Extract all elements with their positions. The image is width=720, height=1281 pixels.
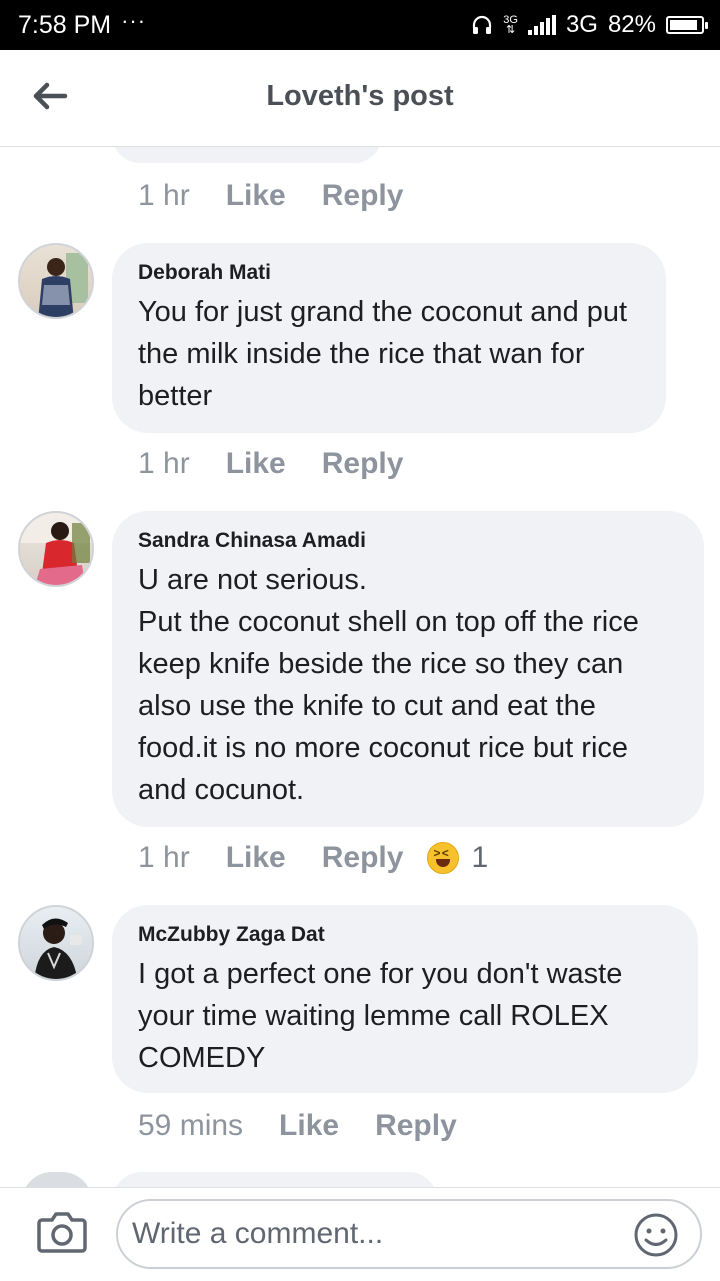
like-button[interactable]: Like [226, 447, 286, 481]
status-time: 7:58 PM [18, 10, 112, 39]
post-header: Loveth's post [0, 50, 720, 147]
person-photo [20, 513, 92, 585]
smiley-icon [634, 1213, 678, 1257]
previous-comment-actions: 1 hr Like Reply [138, 179, 403, 213]
avatar[interactable] [18, 905, 94, 981]
avatar[interactable] [18, 511, 94, 587]
comment-input[interactable] [116, 1199, 702, 1269]
comment-author[interactable]: McZubby Zaga Dat [138, 923, 672, 947]
person-photo [34, 918, 82, 979]
comment-text-line: Put the coconut shell on top off the ric… [138, 606, 639, 806]
comment-author[interactable]: Deborah Mati [138, 261, 640, 285]
comment-actions: 59 mins Like Reply [138, 1109, 457, 1143]
comment-text: I got a perfect one for you don't waste … [138, 958, 623, 1074]
comment-actions: 1 hr Like Reply 1 [138, 841, 488, 875]
emoji-button[interactable] [632, 1211, 680, 1259]
comment-composer [0, 1187, 720, 1281]
comment-time[interactable]: 1 hr [138, 447, 190, 481]
previous-comment-bubble [112, 147, 382, 163]
camera-button[interactable] [36, 1210, 88, 1254]
comment-time[interactable]: 1 hr [138, 841, 190, 875]
network-indicator: 3G ⇅ [503, 15, 518, 36]
comment-bubble[interactable]: Sandra Chinasa Amadi U are not serious. … [112, 511, 704, 827]
person-photo [38, 253, 88, 317]
comment-time[interactable]: 1 hr [138, 179, 190, 213]
comment-text-line: U are not serious. [138, 564, 367, 596]
reply-button[interactable]: Reply [322, 841, 404, 875]
like-button[interactable]: Like [226, 841, 286, 875]
avatar[interactable] [18, 243, 94, 319]
battery-percent: 82% [607, 11, 656, 38]
comment-bubble[interactable]: Deborah Mati You for just grand the coco… [112, 243, 666, 433]
like-button[interactable]: Like [226, 179, 286, 213]
page-title: Loveth's post [266, 80, 454, 112]
comment-bubble[interactable]: McZubby Zaga Dat I got a perfect one for… [112, 905, 698, 1093]
comment-author[interactable]: Sandra Chinasa Amadi [138, 529, 678, 553]
comment-time[interactable]: 59 mins [138, 1109, 243, 1143]
reply-button[interactable]: Reply [375, 1109, 457, 1143]
comment-text: You for just grand the coconut and put t… [138, 296, 628, 412]
reaction-count: 1 [471, 841, 489, 874]
headphones-icon [473, 15, 492, 34]
network-type: 3G [565, 11, 598, 38]
reply-button[interactable]: Reply [322, 179, 404, 213]
reply-button[interactable]: Reply [322, 447, 404, 481]
signal-icon [527, 15, 556, 35]
like-button[interactable]: Like [279, 1109, 339, 1143]
reaction-summary[interactable]: 1 [427, 841, 488, 875]
status-bar: 7:58 PM ··· 3G ⇅ 3G 82% [0, 0, 720, 50]
status-dots: ··· [121, 8, 147, 33]
camera-icon [37, 1212, 87, 1253]
network-bottom-label: ⇅ [505, 24, 516, 36]
comment-actions: 1 hr Like Reply [138, 447, 403, 481]
laughing-emoji-icon [427, 842, 460, 874]
comments-feed[interactable]: 1 hr Like Reply Deborah Mati You for jus… [0, 147, 720, 1187]
battery-icon [666, 16, 708, 34]
